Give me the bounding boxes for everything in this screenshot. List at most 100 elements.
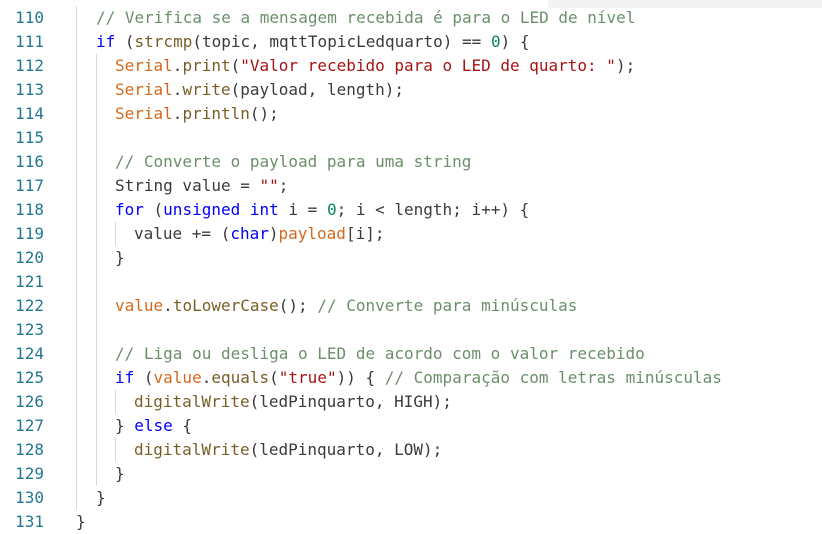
code-token: value += (: [134, 224, 231, 243]
code-text[interactable]: } else {: [115, 414, 192, 438]
code-token: (ledPinquarto, LOW);: [249, 440, 443, 459]
code-token: .: [172, 104, 183, 123]
indent-guide: [76, 126, 77, 150]
code-line[interactable]: 122 value.toLowerCase(); // Converte para…: [0, 294, 822, 318]
code-line[interactable]: 117 String value = "";: [0, 174, 822, 198]
code-token: }: [115, 248, 125, 267]
code-line[interactable]: 119 value += (char)payload[i];: [0, 222, 822, 246]
code-line[interactable]: 127} else {: [0, 414, 822, 438]
code-text[interactable]: }: [96, 486, 106, 510]
code-line[interactable]: 124 // Liga ou desliga o LED de acordo co…: [0, 342, 822, 366]
code-line[interactable]: 115: [0, 126, 822, 150]
code-token: String value =: [115, 176, 260, 195]
code-token: ();: [249, 104, 279, 123]
indent-guide: [76, 102, 77, 126]
line-number: 123: [15, 320, 44, 339]
indent-guide: [96, 174, 97, 198]
indent-guide: [76, 54, 77, 78]
code-line[interactable]: 114 Serial.println();: [0, 102, 822, 126]
indent-guide: [96, 390, 97, 414]
indent-guide: [76, 150, 77, 174]
indent-guide: [76, 390, 77, 414]
code-token: ();: [278, 296, 318, 315]
code-token: ): [268, 224, 279, 243]
code-text[interactable]: digitalWrite(ledPinquarto, LOW);: [134, 438, 442, 462]
indent-guide: [96, 126, 97, 150]
line-number: 121: [15, 272, 44, 291]
code-text[interactable]: digitalWrite(ledPinquarto, HIGH);: [134, 390, 452, 414]
code-token: "true": [278, 368, 337, 387]
code-text[interactable]: }: [76, 510, 86, 534]
code-token: }: [115, 416, 135, 435]
code-token: if: [96, 32, 116, 51]
line-number: 116: [15, 152, 44, 171]
code-editor[interactable]: 110 // Verifica se a mensagem recebida é …: [0, 0, 822, 531]
code-token: (: [143, 200, 164, 219]
code-line[interactable]: 116 // Converte o payload para uma string: [0, 150, 822, 174]
code-token: print: [182, 56, 231, 75]
line-number: 118: [15, 200, 44, 219]
code-text[interactable]: // Converte o payload para uma string: [115, 150, 471, 174]
code-token: .: [163, 296, 173, 315]
code-token: value: [115, 296, 164, 315]
line-number: 112: [15, 56, 44, 75]
code-line[interactable]: 131}: [0, 510, 822, 534]
indent-guide: [76, 366, 77, 390]
code-token: unsigned: [163, 200, 241, 219]
code-text[interactable]: Serial.write(payload, length);: [115, 78, 404, 102]
code-token: digitalWrite: [134, 392, 250, 411]
indent-guide: [76, 414, 77, 438]
code-line[interactable]: 110 // Verifica se a mensagem recebida é …: [0, 6, 822, 30]
code-token: digitalWrite: [134, 440, 250, 459]
code-token: Serial: [115, 80, 173, 99]
code-line[interactable]: 125 if (value.equals("true")) { // Compar…: [0, 366, 822, 390]
code-text[interactable]: }: [115, 462, 125, 486]
code-text[interactable]: value += (char)payload[i];: [134, 222, 384, 246]
code-token: }: [76, 512, 86, 531]
code-text[interactable]: if (value.equals("true")) { // Comparaçã…: [115, 366, 722, 390]
code-token: [i];: [345, 224, 385, 243]
code-text[interactable]: // Liga ou desliga o LED de acordo com o…: [115, 342, 645, 366]
code-token: .: [201, 368, 212, 387]
line-number: 129: [15, 464, 44, 483]
code-text[interactable]: for (unsigned int i = 0; i < length; i++…: [115, 198, 529, 222]
code-text[interactable]: Serial.println();: [115, 102, 279, 126]
code-line[interactable]: 129}: [0, 462, 822, 486]
code-line[interactable]: 111 if (strcmp(topic, mqttTopicLedquarto)…: [0, 30, 822, 54]
code-text[interactable]: }: [115, 246, 125, 270]
code-token: Serial: [115, 56, 173, 75]
code-line[interactable]: 130}: [0, 486, 822, 510]
code-text[interactable]: Serial.print("Valor recebido para o LED …: [115, 54, 635, 78]
code-line[interactable]: 113 Serial.write(payload, length);: [0, 78, 822, 102]
code-token: (ledPinquarto, HIGH);: [249, 392, 452, 411]
indent-guide: [96, 462, 97, 486]
code-token: (: [230, 56, 241, 75]
indent-guide: [76, 30, 77, 54]
code-token: if: [115, 368, 135, 387]
code-line[interactable]: 123: [0, 318, 822, 342]
indent-guide: [96, 102, 97, 126]
code-token: "": [259, 176, 279, 195]
code-token: equals: [211, 368, 270, 387]
code-line[interactable]: 120}: [0, 246, 822, 270]
code-line[interactable]: 121: [0, 270, 822, 294]
code-token: i =: [278, 200, 327, 219]
code-line[interactable]: 118 for (unsigned int i = 0; i < length; …: [0, 198, 822, 222]
code-line[interactable]: 128 digitalWrite(ledPinquarto, LOW);: [0, 438, 822, 462]
code-token: // Converte o payload para uma string: [115, 152, 472, 171]
code-text[interactable]: if (strcmp(topic, mqttTopicLedquarto) ==…: [96, 30, 530, 54]
code-text[interactable]: value.toLowerCase(); // Converte para mi…: [115, 294, 577, 318]
code-text[interactable]: String value = "";: [115, 174, 288, 198]
line-number: 115: [15, 128, 44, 147]
line-number: 119: [15, 224, 44, 243]
code-text[interactable]: // Verifica se a mensagem recebida é par…: [96, 6, 635, 30]
indent-guide: [76, 462, 77, 486]
code-token: toLowerCase: [172, 296, 279, 315]
code-token: payload: [278, 224, 346, 243]
code-line[interactable]: 126 digitalWrite(ledPinquarto, HIGH);: [0, 390, 822, 414]
code-token: else: [134, 416, 173, 435]
code-line[interactable]: 112 Serial.print("Valor recebido para o L…: [0, 54, 822, 78]
indent-guide: [76, 78, 77, 102]
code-token: char: [230, 224, 269, 243]
indent-guide: [96, 414, 97, 438]
